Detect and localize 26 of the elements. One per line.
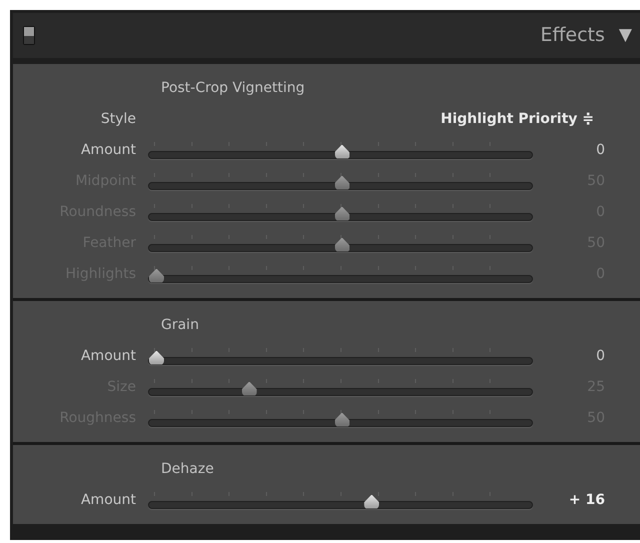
style-dropdown[interactable]: Highlight Priority ≑ — [440, 109, 594, 130]
slider[interactable] — [148, 142, 533, 160]
slider[interactable] — [148, 492, 533, 510]
slider[interactable] — [148, 378, 533, 396]
slider-handle[interactable] — [334, 144, 350, 158]
toggle-switch[interactable] — [23, 26, 35, 45]
section-title: Post-Crop Vignetting — [161, 79, 306, 98]
panel-title: Effects — [540, 23, 605, 48]
slider-label: Amount — [80, 491, 137, 510]
slider[interactable] — [148, 410, 533, 428]
section-title: Dehaze — [161, 460, 215, 479]
slider-value: 0 — [595, 141, 605, 160]
slider-handle[interactable] — [149, 350, 164, 364]
slider-handle[interactable] — [364, 494, 380, 508]
collapse-toggle[interactable]: ▼ — [618, 22, 632, 48]
slider-label: Amount — [80, 141, 137, 160]
slider[interactable] — [148, 234, 533, 252]
slider[interactable] — [148, 266, 533, 284]
slider[interactable] — [148, 348, 533, 366]
slider[interactable] — [148, 204, 533, 222]
slider-value: + 16 — [568, 491, 605, 510]
slider-value: 0 — [595, 347, 605, 366]
section-title: Grain — [161, 316, 200, 335]
slider-label: Amount — [80, 347, 137, 366]
style-label: Style — [100, 110, 137, 129]
slider[interactable] — [148, 172, 533, 190]
